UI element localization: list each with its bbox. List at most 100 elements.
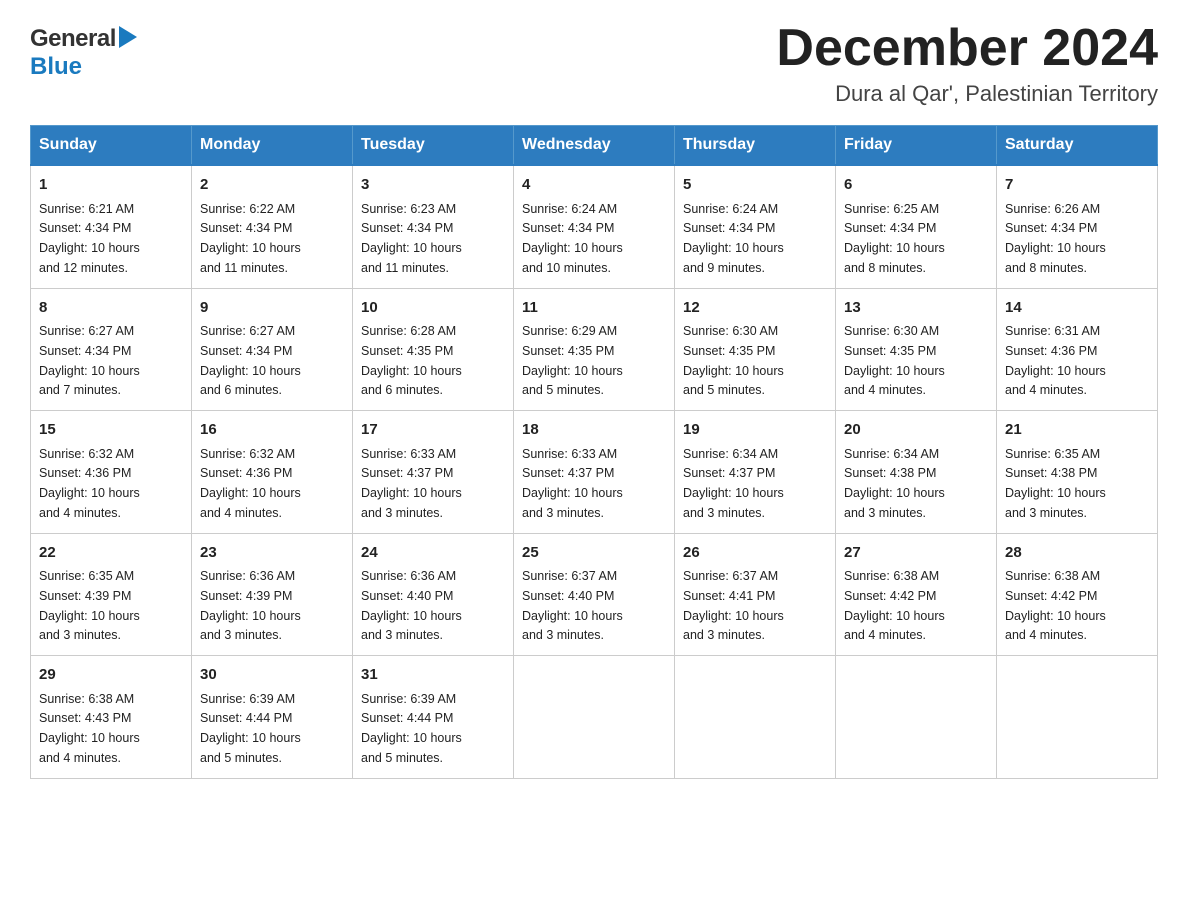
day-number: 26 [683,542,827,565]
day-number: 23 [200,542,344,565]
calendar-cell: 23 Sunrise: 6:36 AM Sunset: 4:39 PM Dayli… [192,533,353,656]
day-info: Sunrise: 6:35 AM Sunset: 4:39 PM Dayligh… [39,569,140,642]
day-number: 2 [200,174,344,197]
calendar-cell: 7 Sunrise: 6:26 AM Sunset: 4:34 PM Daylig… [997,165,1158,288]
logo-flag-icon [119,26,137,53]
calendar-cell: 18 Sunrise: 6:33 AM Sunset: 4:37 PM Dayli… [514,411,675,534]
day-info: Sunrise: 6:21 AM Sunset: 4:34 PM Dayligh… [39,202,140,275]
logo: General Blue [30,20,137,81]
calendar-header-thursday: Thursday [675,126,836,166]
day-number: 25 [522,542,666,565]
day-number: 28 [1005,542,1149,565]
calendar-cell: 30 Sunrise: 6:39 AM Sunset: 4:44 PM Dayli… [192,656,353,779]
day-info: Sunrise: 6:24 AM Sunset: 4:34 PM Dayligh… [522,202,623,275]
calendar-header-saturday: Saturday [997,126,1158,166]
day-info: Sunrise: 6:22 AM Sunset: 4:34 PM Dayligh… [200,202,301,275]
calendar-cell: 26 Sunrise: 6:37 AM Sunset: 4:41 PM Dayli… [675,533,836,656]
day-info: Sunrise: 6:38 AM Sunset: 4:42 PM Dayligh… [844,569,945,642]
day-number: 4 [522,174,666,197]
day-number: 21 [1005,419,1149,442]
day-number: 27 [844,542,988,565]
calendar-cell [675,656,836,779]
calendar-header-friday: Friday [836,126,997,166]
day-number: 20 [844,419,988,442]
day-number: 6 [844,174,988,197]
calendar-header-row: SundayMondayTuesdayWednesdayThursdayFrid… [31,126,1158,166]
calendar-cell: 5 Sunrise: 6:24 AM Sunset: 4:34 PM Daylig… [675,165,836,288]
day-info: Sunrise: 6:37 AM Sunset: 4:41 PM Dayligh… [683,569,784,642]
day-info: Sunrise: 6:23 AM Sunset: 4:34 PM Dayligh… [361,202,462,275]
day-info: Sunrise: 6:29 AM Sunset: 4:35 PM Dayligh… [522,324,623,397]
calendar-cell: 9Sunrise: 6:27 AM Sunset: 4:34 PM Daylig… [192,288,353,411]
calendar-week-5: 29 Sunrise: 6:38 AM Sunset: 4:43 PM Dayli… [31,656,1158,779]
day-info: Sunrise: 6:28 AM Sunset: 4:35 PM Dayligh… [361,324,462,397]
day-number: 29 [39,664,183,687]
logo-general-text: General [30,25,116,53]
calendar-cell: 1 Sunrise: 6:21 AM Sunset: 4:34 PM Daylig… [31,165,192,288]
calendar-cell: 28 Sunrise: 6:38 AM Sunset: 4:42 PM Dayli… [997,533,1158,656]
calendar-header-sunday: Sunday [31,126,192,166]
calendar-cell [997,656,1158,779]
day-info: Sunrise: 6:37 AM Sunset: 4:40 PM Dayligh… [522,569,623,642]
calendar-cell: 13 Sunrise: 6:30 AM Sunset: 4:35 PM Dayli… [836,288,997,411]
day-info: Sunrise: 6:36 AM Sunset: 4:40 PM Dayligh… [361,569,462,642]
day-number: 15 [39,419,183,442]
calendar-table: SundayMondayTuesdayWednesdayThursdayFrid… [30,125,1158,779]
logo-blue-text: Blue [30,53,82,80]
calendar-cell: 3 Sunrise: 6:23 AM Sunset: 4:34 PM Daylig… [353,165,514,288]
day-info: Sunrise: 6:26 AM Sunset: 4:34 PM Dayligh… [1005,202,1106,275]
day-number: 12 [683,297,827,320]
day-info: Sunrise: 6:33 AM Sunset: 4:37 PM Dayligh… [522,447,623,520]
day-info: Sunrise: 6:36 AM Sunset: 4:39 PM Dayligh… [200,569,301,642]
calendar-cell: 14 Sunrise: 6:31 AM Sunset: 4:36 PM Dayli… [997,288,1158,411]
day-number: 14 [1005,297,1149,320]
day-info: Sunrise: 6:38 AM Sunset: 4:42 PM Dayligh… [1005,569,1106,642]
calendar-cell: 19Sunrise: 6:34 AM Sunset: 4:37 PM Dayli… [675,411,836,534]
day-number: 24 [361,542,505,565]
calendar-cell [836,656,997,779]
day-number: 13 [844,297,988,320]
day-number: 16 [200,419,344,442]
calendar-cell: 27 Sunrise: 6:38 AM Sunset: 4:42 PM Dayli… [836,533,997,656]
day-info: Sunrise: 6:39 AM Sunset: 4:44 PM Dayligh… [200,692,301,765]
day-info: Sunrise: 6:34 AM Sunset: 4:38 PM Dayligh… [844,447,945,520]
day-info: Sunrise: 6:32 AM Sunset: 4:36 PM Dayligh… [200,447,301,520]
calendar-cell: 11 Sunrise: 6:29 AM Sunset: 4:35 PM Dayli… [514,288,675,411]
day-info: Sunrise: 6:27 AM Sunset: 4:34 PM Dayligh… [200,324,301,397]
day-number: 18 [522,419,666,442]
calendar-header-monday: Monday [192,126,353,166]
calendar-header-wednesday: Wednesday [514,126,675,166]
day-info: Sunrise: 6:30 AM Sunset: 4:35 PM Dayligh… [683,324,784,397]
day-info: Sunrise: 6:30 AM Sunset: 4:35 PM Dayligh… [844,324,945,397]
day-info: Sunrise: 6:24 AM Sunset: 4:34 PM Dayligh… [683,202,784,275]
day-number: 5 [683,174,827,197]
calendar-cell: 2 Sunrise: 6:22 AM Sunset: 4:34 PM Daylig… [192,165,353,288]
day-number: 10 [361,297,505,320]
day-number: 11 [522,297,666,320]
day-number: 7 [1005,174,1149,197]
title-area: December 2024 Dura al Qar', Palestinian … [776,20,1158,107]
calendar-week-2: 8 Sunrise: 6:27 AM Sunset: 4:34 PM Daylig… [31,288,1158,411]
day-number: 30 [200,664,344,687]
day-number: 19 [683,419,827,442]
day-number: 31 [361,664,505,687]
day-info: Sunrise: 6:31 AM Sunset: 4:36 PM Dayligh… [1005,324,1106,397]
calendar-cell: 15Sunrise: 6:32 AM Sunset: 4:36 PM Dayli… [31,411,192,534]
day-number: 1 [39,174,183,197]
day-info: Sunrise: 6:38 AM Sunset: 4:43 PM Dayligh… [39,692,140,765]
day-info: Sunrise: 6:35 AM Sunset: 4:38 PM Dayligh… [1005,447,1106,520]
calendar-cell: 20 Sunrise: 6:34 AM Sunset: 4:38 PM Dayli… [836,411,997,534]
day-number: 8 [39,297,183,320]
page-header: General Blue December 2024 Dura al Qar',… [30,20,1158,107]
calendar-cell: 6 Sunrise: 6:25 AM Sunset: 4:34 PM Daylig… [836,165,997,288]
day-info: Sunrise: 6:25 AM Sunset: 4:34 PM Dayligh… [844,202,945,275]
calendar-cell: 17Sunrise: 6:33 AM Sunset: 4:37 PM Dayli… [353,411,514,534]
calendar-cell: 24 Sunrise: 6:36 AM Sunset: 4:40 PM Dayli… [353,533,514,656]
day-number: 22 [39,542,183,565]
day-info: Sunrise: 6:39 AM Sunset: 4:44 PM Dayligh… [361,692,462,765]
calendar-cell: 10 Sunrise: 6:28 AM Sunset: 4:35 PM Dayli… [353,288,514,411]
day-number: 3 [361,174,505,197]
calendar-cell: 25 Sunrise: 6:37 AM Sunset: 4:40 PM Dayli… [514,533,675,656]
calendar-header-tuesday: Tuesday [353,126,514,166]
calendar-cell: 22 Sunrise: 6:35 AM Sunset: 4:39 PM Dayli… [31,533,192,656]
